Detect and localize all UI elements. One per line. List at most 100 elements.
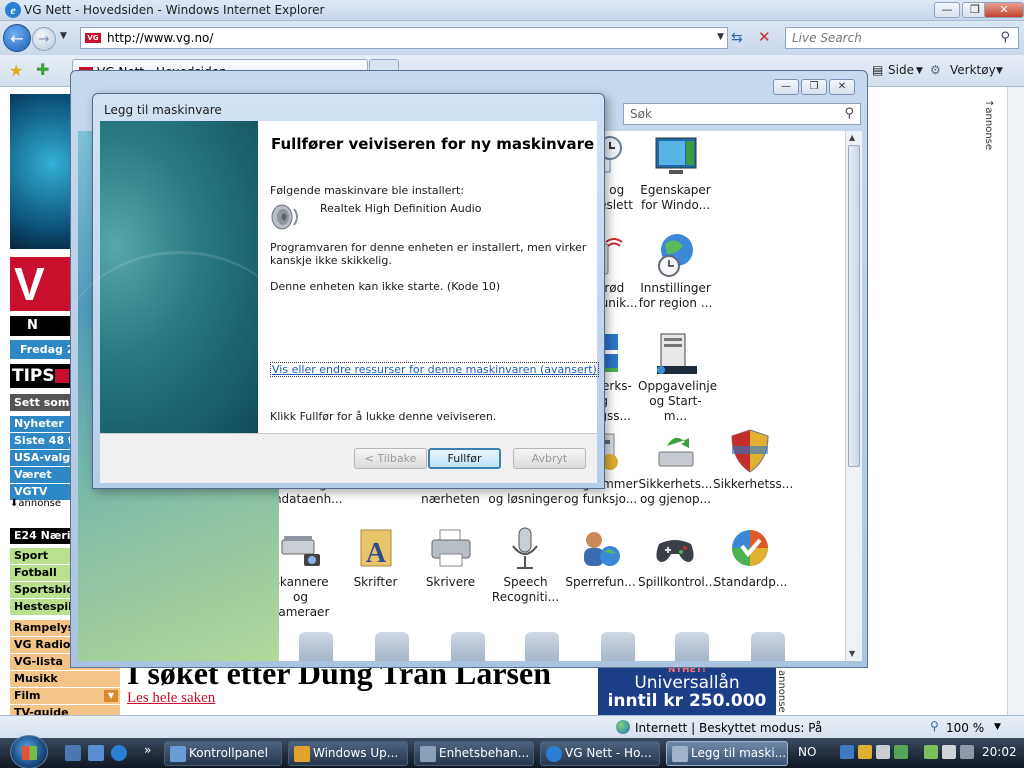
cancel-button[interactable]: Avbryt	[513, 448, 586, 469]
quicklaunch-more-icon[interactable]: »	[144, 743, 151, 757]
cp-item[interactable]: Standardp...	[713, 526, 788, 590]
history-dropdown-icon[interactable]: ▼	[60, 31, 67, 41]
ad-line1: Universallån	[634, 673, 740, 693]
tray-shield-icon[interactable]	[858, 745, 872, 759]
vg-favicon-icon: VG	[85, 33, 101, 43]
cp-maximize-button[interactable]: ❐	[801, 79, 827, 95]
tray-sidebar-icon[interactable]	[894, 745, 908, 759]
cp-search-input[interactable]: Søk ⚲	[623, 103, 861, 125]
taskbar-add-hardware-label: Legg til maski...	[691, 746, 787, 760]
vg-nav-tvguide[interactable]: TV-guide	[10, 705, 120, 715]
vg-nav-film[interactable]: Film ▼	[10, 688, 120, 704]
address-dropdown-icon[interactable]: ▼	[717, 32, 724, 42]
back-button[interactable]: < Tilbake	[354, 448, 427, 469]
cp-item[interactable]: Skrivere	[413, 526, 488, 590]
cp-vertical-scrollbar[interactable]: ▲ ▼	[845, 131, 862, 661]
favorites-star-icon[interactable]: ★	[9, 61, 23, 80]
stop-icon[interactable]: ✕	[758, 28, 771, 46]
top-side-annonse: ↑annonse	[983, 99, 994, 151]
add-favorites-icon[interactable]: ✚	[36, 60, 49, 79]
tray-volume-muted-icon[interactable]	[942, 745, 956, 759]
page-menu-icon[interactable]: ▤	[872, 63, 883, 77]
device-manager-icon	[420, 746, 436, 762]
taskbar-windows-update-label: Windows Up...	[313, 746, 399, 760]
cp-minimize-button[interactable]: —	[773, 79, 799, 95]
chevron-down-icon[interactable]: ▼	[104, 690, 118, 702]
cp-item[interactable]: Spillkontrol...	[638, 526, 717, 590]
ie-task-icon	[546, 746, 562, 762]
close-button[interactable]: ✕	[984, 2, 1024, 18]
cp-item[interactable]: Sikkerhetss...	[713, 428, 794, 492]
cp-item-peek-icon	[375, 632, 409, 661]
refresh-icon[interactable]: ⇆	[731, 30, 743, 46]
cp-item[interactable]: A Skrifter	[338, 526, 413, 590]
live-search-input[interactable]: Live Search ⚲	[785, 27, 1019, 49]
vg-ad-banner[interactable]: NYHET! Universallån inntil kr 250.000	[598, 665, 776, 715]
cp-item-peek-icon	[601, 632, 635, 661]
fonts-icon: A	[360, 529, 391, 569]
tray-device-icon[interactable]	[876, 745, 890, 759]
taskbar-add-hardware[interactable]: Legg til maski...	[666, 741, 788, 766]
cp-search-placeholder: Søk	[630, 107, 652, 121]
gear-icon[interactable]: ⚙	[930, 63, 941, 77]
cp-search-icon[interactable]: ⚲	[844, 106, 854, 121]
default-programs-icon	[731, 530, 768, 566]
vg-nav-film-label: Film	[14, 689, 41, 702]
scroll-up-icon[interactable]: ▲	[849, 133, 855, 142]
cp-item-label: Sperrefun...	[565, 575, 636, 589]
cp-item-label: Spillkontrol...	[638, 575, 717, 589]
tools-menu-button[interactable]: Verktøy	[950, 63, 996, 77]
live-search-placeholder: Live Search	[792, 31, 862, 45]
cp-item[interactable]: Speech Recogniti...	[488, 526, 563, 605]
back-button[interactable]: ←	[3, 24, 31, 52]
finish-button[interactable]: Fullfør	[428, 448, 501, 469]
tray-power-icon[interactable]	[960, 745, 974, 759]
cp-item-label: Sikkerhetss...	[713, 477, 794, 491]
cp-item[interactable]: Sikkerhets... og gjenop...	[638, 428, 713, 507]
vg-nav-musikk[interactable]: Musikk	[10, 671, 120, 687]
taskbar-device-manager[interactable]: Enhetsbehan...	[414, 741, 534, 766]
taskbar-vg-nett-label: VG Nett - Ho...	[565, 746, 652, 760]
vg-read-more-link[interactable]: Les hele saken	[127, 690, 215, 707]
switch-windows-icon[interactable]	[88, 745, 104, 761]
search-icon[interactable]: ⚲	[1000, 30, 1010, 45]
cp-item[interactable]: Skannere og kameraer	[279, 526, 338, 620]
wizard-title: Legg til maskinvare	[104, 103, 222, 117]
minimize-button[interactable]: —	[934, 2, 960, 18]
cp-item[interactable]: Egenskaper for Windo...	[638, 134, 713, 213]
device-name: Realtek High Definition Audio	[320, 202, 482, 215]
address-bar[interactable]: VG http://www.vg.no/ ▼	[80, 27, 728, 49]
start-button[interactable]	[10, 735, 48, 768]
cp-item[interactable]: Oppgavelinje og Start-m...	[638, 330, 717, 424]
security-zone-text[interactable]: Internett | Beskyttet modus: På	[635, 721, 822, 735]
taskbar-windows-update[interactable]: Windows Up...	[288, 741, 408, 766]
zoom-level[interactable]: 100 %	[946, 721, 984, 735]
ad-line2: inntil kr 250.000	[607, 691, 767, 711]
ie-window-title: VG Nett - Hovedsiden - Windows Internet …	[24, 3, 325, 17]
tray-connection-icon[interactable]	[924, 745, 938, 759]
zoom-dropdown-icon[interactable]: ▼	[994, 722, 1001, 732]
ie-quicklaunch-icon[interactable]	[111, 745, 127, 761]
show-desktop-icon[interactable]	[65, 745, 81, 761]
cp-close-button[interactable]: ✕	[829, 79, 855, 95]
tray-network-icon[interactable]	[840, 745, 854, 759]
zoom-icon[interactable]: ⚲	[930, 719, 939, 733]
cp-item[interactable]: Sperrefun...	[563, 526, 638, 590]
gamepad-icon	[655, 540, 694, 562]
ie-navigation-bar: ← → ▼ VG http://www.vg.no/ ▼ ⇆ ✕ Live Se…	[0, 21, 1024, 55]
ie-vertical-scrollbar[interactable]	[1007, 87, 1024, 715]
cp-item[interactable]: Innstillinger for region ...	[638, 232, 713, 311]
taskbar-kontrollpanel-label: Kontrollpanel	[189, 746, 268, 760]
cp-scroll-thumb[interactable]	[848, 145, 860, 467]
clock[interactable]: 20:02	[982, 745, 1017, 759]
language-indicator[interactable]: NO	[798, 745, 816, 759]
scroll-down-icon[interactable]: ▼	[849, 649, 855, 658]
cp-item-label: Innstillinger for region ...	[638, 281, 713, 310]
top-side-annonse-text: annonse	[983, 107, 994, 151]
taskbar-kontrollpanel[interactable]: Kontrollpanel	[164, 741, 282, 766]
taskbar-vg-nett[interactable]: VG Nett - Ho...	[540, 741, 660, 766]
cp-item-peek-icon	[751, 632, 785, 661]
view-resources-link[interactable]: Vis eller endre ressurser for denne mask…	[270, 362, 599, 377]
page-menu-button[interactable]: Side	[888, 63, 914, 77]
forward-button[interactable]: →	[32, 27, 56, 51]
